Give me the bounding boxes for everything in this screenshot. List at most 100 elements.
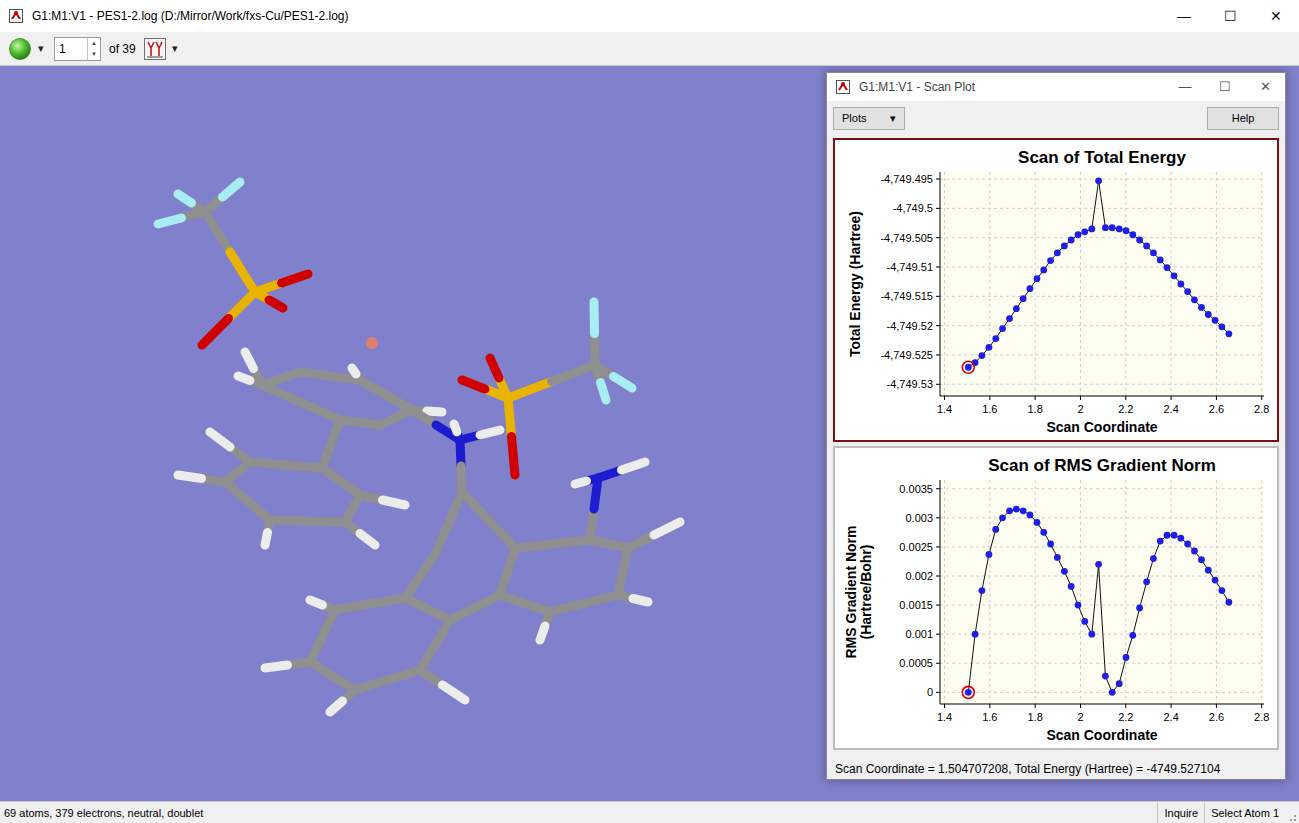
data-point[interactable] <box>1205 566 1212 573</box>
data-point[interactable] <box>999 325 1006 332</box>
close-button[interactable]: ✕ <box>1245 73 1285 101</box>
data-point[interactable] <box>1006 315 1013 322</box>
data-point[interactable] <box>1088 225 1095 232</box>
chart-panel[interactable]: 0.00350.0030.00250.0020.00150.0010.00050… <box>833 446 1279 750</box>
data-point[interactable] <box>1191 547 1198 554</box>
model-ball-icon[interactable] <box>8 37 32 61</box>
data-point[interactable] <box>1075 231 1082 238</box>
data-point[interactable] <box>1198 556 1205 563</box>
data-point[interactable] <box>1020 295 1027 302</box>
data-point[interactable] <box>1054 553 1061 560</box>
data-point[interactable] <box>1171 272 1178 279</box>
data-point[interactable] <box>1081 228 1088 235</box>
data-point[interactable] <box>992 335 999 342</box>
resize-grip-icon[interactable] <box>1285 802 1297 822</box>
data-point[interactable] <box>1143 578 1150 585</box>
data-point[interactable] <box>1184 288 1191 295</box>
data-point[interactable] <box>1129 231 1136 238</box>
spin-up-button[interactable]: ▲ <box>88 38 100 49</box>
vibration-mode-icon[interactable] <box>144 38 166 60</box>
molecule-viewport[interactable]: G1:M1:V1 - Scan Plot—☐✕Plots▾Help-4,749.… <box>0 66 1299 801</box>
data-point[interactable] <box>1102 672 1109 679</box>
data-point[interactable] <box>965 688 972 695</box>
data-point[interactable] <box>1164 264 1171 271</box>
data-point[interactable] <box>1164 531 1171 538</box>
data-point[interactable] <box>1054 249 1061 256</box>
close-button[interactable]: ✕ <box>1253 0 1299 32</box>
data-point[interactable] <box>1177 534 1184 541</box>
data-point[interactable] <box>1095 560 1102 567</box>
data-point[interactable] <box>986 343 993 350</box>
data-point[interactable] <box>965 363 972 370</box>
copper-atom[interactable] <box>366 337 378 349</box>
data-point[interactable] <box>1171 531 1178 538</box>
data-point[interactable] <box>979 352 986 359</box>
maximize-button[interactable]: ☐ <box>1205 73 1245 101</box>
data-point[interactable] <box>1061 567 1068 574</box>
data-point[interactable] <box>986 551 993 558</box>
data-point[interactable] <box>1095 177 1102 184</box>
data-point[interactable] <box>1205 311 1212 318</box>
data-point[interactable] <box>1150 249 1157 256</box>
data-point[interactable] <box>1198 304 1205 311</box>
selected-point-marker[interactable] <box>962 686 974 698</box>
maximize-button[interactable]: ☐ <box>1207 0 1253 32</box>
data-point[interactable] <box>1157 256 1164 263</box>
resize-grip[interactable] <box>1285 802 1299 823</box>
data-point[interactable] <box>999 514 1006 521</box>
data-point[interactable] <box>1020 507 1027 514</box>
data-point[interactable] <box>1034 275 1041 282</box>
data-point[interactable] <box>1040 266 1047 273</box>
ball-menu-arrow-icon[interactable]: ▾ <box>36 40 46 57</box>
data-point[interactable] <box>1225 598 1232 605</box>
minimize-button[interactable]: — <box>1165 73 1205 101</box>
data-point[interactable] <box>1143 242 1150 249</box>
data-point[interactable] <box>1218 587 1225 594</box>
data-point[interactable] <box>1068 236 1075 243</box>
spin-down-button[interactable]: ▼ <box>88 49 100 60</box>
data-point[interactable] <box>1136 236 1143 243</box>
data-point[interactable] <box>1013 505 1020 512</box>
data-point[interactable] <box>972 630 979 637</box>
data-point[interactable] <box>1218 323 1225 330</box>
data-point[interactable] <box>1040 528 1047 535</box>
data-point[interactable] <box>1109 688 1116 695</box>
data-point[interactable] <box>1047 540 1054 547</box>
data-point[interactable] <box>1047 257 1054 264</box>
selected-point-marker[interactable] <box>962 361 974 373</box>
chart-panel[interactable]: -4,749.495-4,749.5-4,749.505-4,749.51-4,… <box>833 138 1279 442</box>
data-point[interactable] <box>1081 617 1088 624</box>
data-point[interactable] <box>1191 296 1198 303</box>
data-point[interactable] <box>1157 537 1164 544</box>
data-point[interactable] <box>1136 604 1143 611</box>
data-point[interactable] <box>1150 555 1157 562</box>
data-point[interactable] <box>1109 224 1116 231</box>
data-point[interactable] <box>1123 654 1130 661</box>
data-point[interactable] <box>1212 576 1219 583</box>
frame-input[interactable] <box>55 38 87 60</box>
data-point[interactable] <box>1034 519 1041 526</box>
data-point[interactable] <box>1102 224 1109 231</box>
data-point[interactable] <box>1212 316 1219 323</box>
data-point[interactable] <box>1129 631 1136 638</box>
data-point[interactable] <box>1027 511 1034 518</box>
data-point[interactable] <box>1061 242 1068 249</box>
help-button[interactable]: Help <box>1207 107 1279 130</box>
plots-menu-button[interactable]: Plots▾ <box>833 107 905 130</box>
mode-menu-arrow-icon[interactable]: ▾ <box>170 40 180 57</box>
minimize-button[interactable]: — <box>1161 0 1207 32</box>
data-point[interactable] <box>1068 583 1075 590</box>
data-point[interactable] <box>1184 540 1191 547</box>
data-point[interactable] <box>1116 680 1123 687</box>
data-point[interactable] <box>1225 330 1232 337</box>
frame-spinner[interactable]: ▲▼ <box>54 37 101 61</box>
data-point[interactable] <box>1027 285 1034 292</box>
data-point[interactable] <box>992 526 999 533</box>
data-point[interactable] <box>1088 630 1095 637</box>
data-point[interactable] <box>1006 507 1013 514</box>
data-point[interactable] <box>1123 227 1130 234</box>
data-point[interactable] <box>979 587 986 594</box>
data-point[interactable] <box>1075 601 1082 608</box>
data-point[interactable] <box>1116 225 1123 232</box>
data-point[interactable] <box>1013 305 1020 312</box>
